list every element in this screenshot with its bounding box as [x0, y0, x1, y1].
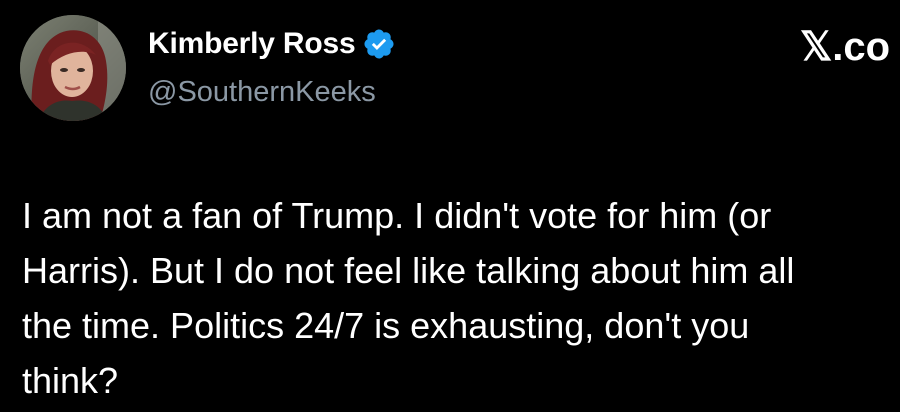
author-name-row: Kimberly Ross — [148, 27, 396, 61]
tweet-card: Kimberly Ross @SouthernKeeks 𝕏.co I am n… — [0, 0, 900, 412]
verified-badge-icon — [362, 27, 396, 61]
author-display-name[interactable]: Kimberly Ross — [148, 27, 356, 61]
profile-photo-icon — [20, 15, 126, 121]
tweet-text-line: think? — [22, 360, 119, 401]
x-source-label: 𝕏.co — [800, 25, 891, 69]
tweet-text-line: I am not a fan of Trump. I didn't vote f… — [22, 195, 772, 236]
avatar[interactable] — [20, 15, 126, 121]
tweet-body: I am not a fan of Trump. I didn't vote f… — [22, 188, 900, 408]
tweet-text-line: Harris). But I do not feel like talking … — [22, 250, 795, 291]
tweet-text-line: the time. Politics 24/7 is exhausting, d… — [22, 305, 750, 346]
author-handle[interactable]: @SouthernKeeks — [148, 76, 376, 109]
